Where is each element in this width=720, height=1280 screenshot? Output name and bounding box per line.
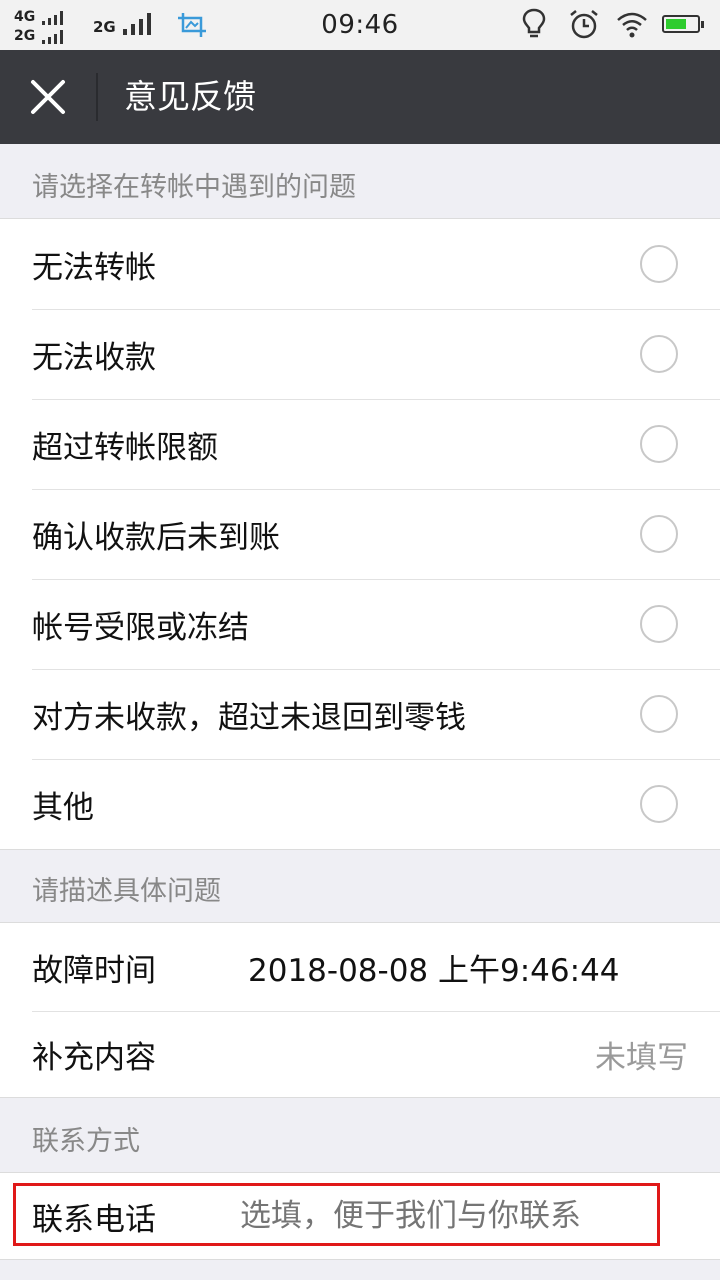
supplement-value: 未填写 (595, 1039, 688, 1076)
section-header-label: 联系方式 (32, 1126, 140, 1157)
option-row[interactable]: 其他 (0, 759, 720, 849)
status-bar: 4G 2G 2G 09:46 (0, 0, 720, 50)
option-label: 超过转帐限额 (32, 429, 218, 466)
radio-button[interactable] (640, 245, 678, 283)
radio-button[interactable] (640, 335, 678, 373)
close-icon[interactable] (28, 77, 68, 117)
battery-level (666, 19, 687, 29)
radio-button[interactable] (640, 695, 678, 733)
fault-time-value: 2018-08-08 上午9:46:44 (248, 952, 620, 989)
lightbulb-icon (522, 8, 546, 38)
title-divider (96, 73, 98, 121)
option-row[interactable]: 无法收款 (0, 309, 720, 399)
option-label: 帐号受限或冻结 (32, 609, 249, 646)
supplement-row[interactable]: 补充内容 未填写 (0, 1011, 720, 1097)
fault-time-row[interactable]: 故障时间 2018-08-08 上午9:46:44 (0, 923, 720, 1011)
radio-button[interactable] (640, 785, 678, 823)
alarm-icon (570, 10, 598, 39)
option-label: 对方未收款，超过未退回到零钱 (32, 699, 466, 736)
contact-list: 联系电话 (0, 1172, 720, 1260)
battery-icon (662, 15, 704, 33)
section-header-label: 请描述具体问题 (32, 876, 221, 907)
radio-button[interactable] (640, 605, 678, 643)
option-row[interactable]: 确认收款后未到账 (0, 489, 720, 579)
option-row[interactable]: 对方未收款，超过未退回到零钱 (0, 669, 720, 759)
wifi-icon (617, 12, 647, 38)
option-label: 其他 (32, 789, 94, 826)
page-title: 意见反馈 (124, 77, 256, 116)
supplement-label: 补充内容 (32, 1039, 156, 1076)
clock: 09:46 (321, 10, 399, 40)
option-label: 无法转帐 (32, 249, 156, 286)
radio-button[interactable] (640, 425, 678, 463)
phone-row[interactable]: 联系电话 (0, 1173, 720, 1259)
radio-button[interactable] (640, 515, 678, 553)
option-row[interactable]: 帐号受限或冻结 (0, 579, 720, 669)
phone-label: 联系电话 (32, 1201, 156, 1238)
fault-time-label: 故障时间 (32, 952, 156, 989)
problem-options-list: 无法转帐 无法收款 超过转帐限额 确认收款后未到账 帐号受限或冻结 对方未收款，… (0, 218, 720, 850)
title-bar: 意见反馈 (0, 50, 720, 144)
option-label: 确认收款后未到账 (32, 519, 280, 556)
phone-input[interactable] (240, 1198, 680, 1234)
describe-list: 故障时间 2018-08-08 上午9:46:44 补充内容 未填写 (0, 922, 720, 1098)
option-row[interactable]: 超过转帐限额 (0, 399, 720, 489)
option-row[interactable]: 无法转帐 (0, 219, 720, 309)
option-label: 无法收款 (32, 339, 156, 376)
section-header-label: 请选择在转帐中遇到的问题 (32, 172, 356, 203)
